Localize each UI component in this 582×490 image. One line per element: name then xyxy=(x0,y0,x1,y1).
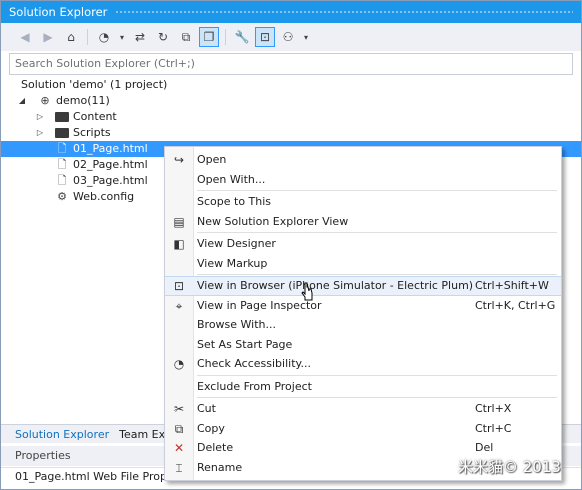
collapse-all-button[interactable]: ⧉ xyxy=(176,27,196,47)
tab-solution-explorer[interactable]: Solution Explorer xyxy=(15,428,109,441)
tree-node-label: 02_Page.html xyxy=(73,158,148,171)
open-arrow-icon: ↪ xyxy=(173,153,185,167)
home-button[interactable]: ⌂ xyxy=(61,27,81,47)
pending-dropdown-button[interactable]: ▾ xyxy=(117,27,127,47)
new-view-icon: ▤ xyxy=(173,214,185,229)
menu-item-label: Cut xyxy=(197,402,216,415)
expanded-arrow-icon[interactable]: ◢ xyxy=(17,93,27,109)
menu-item-shortcut: Ctrl+C xyxy=(475,421,512,435)
preview-button[interactable]: ⊡ xyxy=(255,27,275,47)
menu-item-check-accessibility[interactable]: ◔ Check Accessibility... xyxy=(165,354,561,374)
mouse-cursor-icon xyxy=(301,282,313,301)
menu-item-label: Open With... xyxy=(197,172,266,186)
menu-separator xyxy=(197,274,557,275)
toolbar: ◀ ▶ ⌂ ◔ ▾ ⇄ ↻ ⧉ ❐ 🔧 ⊡ ⚇ ▾ xyxy=(1,23,581,51)
refresh-button[interactable]: ↻ xyxy=(153,27,173,47)
class-view-button[interactable]: ⚇ xyxy=(278,27,298,47)
sync-button[interactable]: ⇄ xyxy=(130,27,150,47)
menu-item-open-with[interactable]: Open With... xyxy=(165,170,561,190)
menu-item-label: View Markup xyxy=(197,256,268,270)
menu-item-cut[interactable]: ✂ Cut Ctrl+X xyxy=(165,399,561,419)
menu-separator xyxy=(197,374,557,376)
tree-node-label: 03_Page.html xyxy=(73,174,148,187)
menu-item-label: New Solution Explorer View xyxy=(197,214,349,228)
html-file-icon: 🗋 xyxy=(57,158,67,171)
rename-icon: ⌶ xyxy=(175,460,183,475)
menu-item-set-as-start-page[interactable]: Set As Start Page xyxy=(165,335,561,355)
title-bar-grip xyxy=(115,9,573,15)
menu-item-shortcut: Ctrl+K, Ctrl+G xyxy=(475,298,556,312)
properties-title: Properties xyxy=(15,449,71,462)
delete-x-icon: ✕ xyxy=(173,441,185,455)
context-menu: ↪ Open Open With... Scope to This ▤ New Solut… xyxy=(164,146,562,481)
menu-item-open[interactable]: ↪ Open xyxy=(165,150,561,170)
html-file-icon: 🗋 xyxy=(57,174,67,187)
menu-item-view-designer[interactable]: ◧ View Designer xyxy=(165,234,561,254)
menu-item-copy[interactable]: ⧉ Copy Ctrl+C xyxy=(165,419,561,439)
menu-item-view-in-browser[interactable]: ⊡ View in Browser (iPhone Simulator - Ele… xyxy=(165,276,561,296)
browser-icon: ⊡ xyxy=(173,279,185,293)
menu-item-label: View in Browser (iPhone Simulator - Elec… xyxy=(197,279,474,292)
menu-item-shortcut: Ctrl+Shift+W xyxy=(475,279,549,292)
menu-item-view-markup[interactable]: View Markup xyxy=(165,254,561,274)
menu-item-label: Copy xyxy=(197,421,225,435)
designer-icon: ◧ xyxy=(173,237,185,251)
tree-node-label: 01_Page.html xyxy=(73,142,148,155)
tree-node-label: Content xyxy=(73,110,117,123)
menu-item-scope-to-this[interactable]: Scope to This xyxy=(165,192,561,212)
back-button[interactable]: ◀ xyxy=(15,27,35,47)
scissors-icon: ✂ xyxy=(173,402,185,416)
properties-button[interactable]: 🔧 xyxy=(232,27,252,47)
globe-icon: ⊕ xyxy=(40,94,50,107)
html-file-icon: 🗋 xyxy=(57,142,67,155)
menu-item-label: Browse With... xyxy=(197,318,277,331)
tree-node-label: Scripts xyxy=(73,126,111,139)
menu-item-label: View Designer xyxy=(197,237,276,250)
tree-node[interactable]: ▷ Scripts xyxy=(1,125,581,141)
accessibility-icon: ◔ xyxy=(173,357,185,371)
menu-item-new-solution-explorer-view[interactable]: ▤ New Solution Explorer View xyxy=(165,212,561,232)
menu-item-browse-with[interactable]: Browse With... xyxy=(165,315,561,335)
menu-item-view-in-page-inspector[interactable]: ⌖ View in Page Inspector Ctrl+K, Ctrl+G xyxy=(165,296,561,316)
tree-node-label: Web.config xyxy=(73,190,135,203)
show-all-files-button[interactable]: ❐ xyxy=(199,27,219,47)
watermark: 米米貓© 2013 xyxy=(458,458,561,476)
window-title: Solution Explorer xyxy=(9,5,108,19)
copy-icon: ⧉ xyxy=(174,421,184,436)
menu-item-label: Rename xyxy=(197,460,243,474)
menu-separator xyxy=(197,190,557,191)
menu-item-delete[interactable]: ✕ Delete Del xyxy=(165,438,561,458)
tree-node[interactable]: Solution 'demo' (1 project) xyxy=(1,77,581,93)
folder-icon xyxy=(55,128,69,138)
forward-button[interactable]: ▶ xyxy=(38,27,58,47)
toolbar-separator xyxy=(87,29,88,45)
tree-node-label: Solution 'demo' (1 project) xyxy=(21,78,168,91)
search-input[interactable]: Search Solution Explorer (Ctrl+;) xyxy=(9,53,573,75)
menu-item-label: Check Accessibility... xyxy=(197,357,311,370)
tree-node[interactable]: ◢ ⊕ demo(11) xyxy=(1,93,581,109)
collapsed-arrow-icon[interactable]: ▷ xyxy=(35,109,45,125)
menu-item-label: Exclude From Project xyxy=(197,379,312,393)
menu-separator xyxy=(197,397,557,398)
menu-item-exclude-from-project[interactable]: Exclude From Project xyxy=(165,377,561,397)
menu-item-label: Delete xyxy=(197,441,234,454)
search-placeholder: Search Solution Explorer (Ctrl+;) xyxy=(15,57,195,70)
pending-changes-button[interactable]: ◔ xyxy=(94,27,114,47)
collapsed-arrow-icon[interactable]: ▷ xyxy=(35,125,45,141)
toolbar-separator xyxy=(225,29,226,45)
tree-node-label: demo(11) xyxy=(56,94,110,107)
properties-selection: 01_Page.html Web File Prope xyxy=(15,470,174,483)
menu-item-label: Set As Start Page xyxy=(197,337,293,351)
menu-item-shortcut: Del xyxy=(475,441,494,454)
menu-item-shortcut: Ctrl+X xyxy=(475,402,512,415)
more-dropdown-button[interactable]: ▾ xyxy=(301,27,311,47)
tree-node[interactable]: ▷ Content xyxy=(1,109,581,125)
menu-item-label: Open xyxy=(197,153,227,166)
title-bar[interactable]: Solution Explorer xyxy=(1,1,581,23)
page-inspector-icon: ⌖ xyxy=(175,298,183,313)
menu-separator xyxy=(197,232,557,233)
config-file-icon: ⚙ xyxy=(57,190,67,203)
folder-icon xyxy=(55,112,69,122)
menu-item-label: Scope to This xyxy=(197,195,272,208)
